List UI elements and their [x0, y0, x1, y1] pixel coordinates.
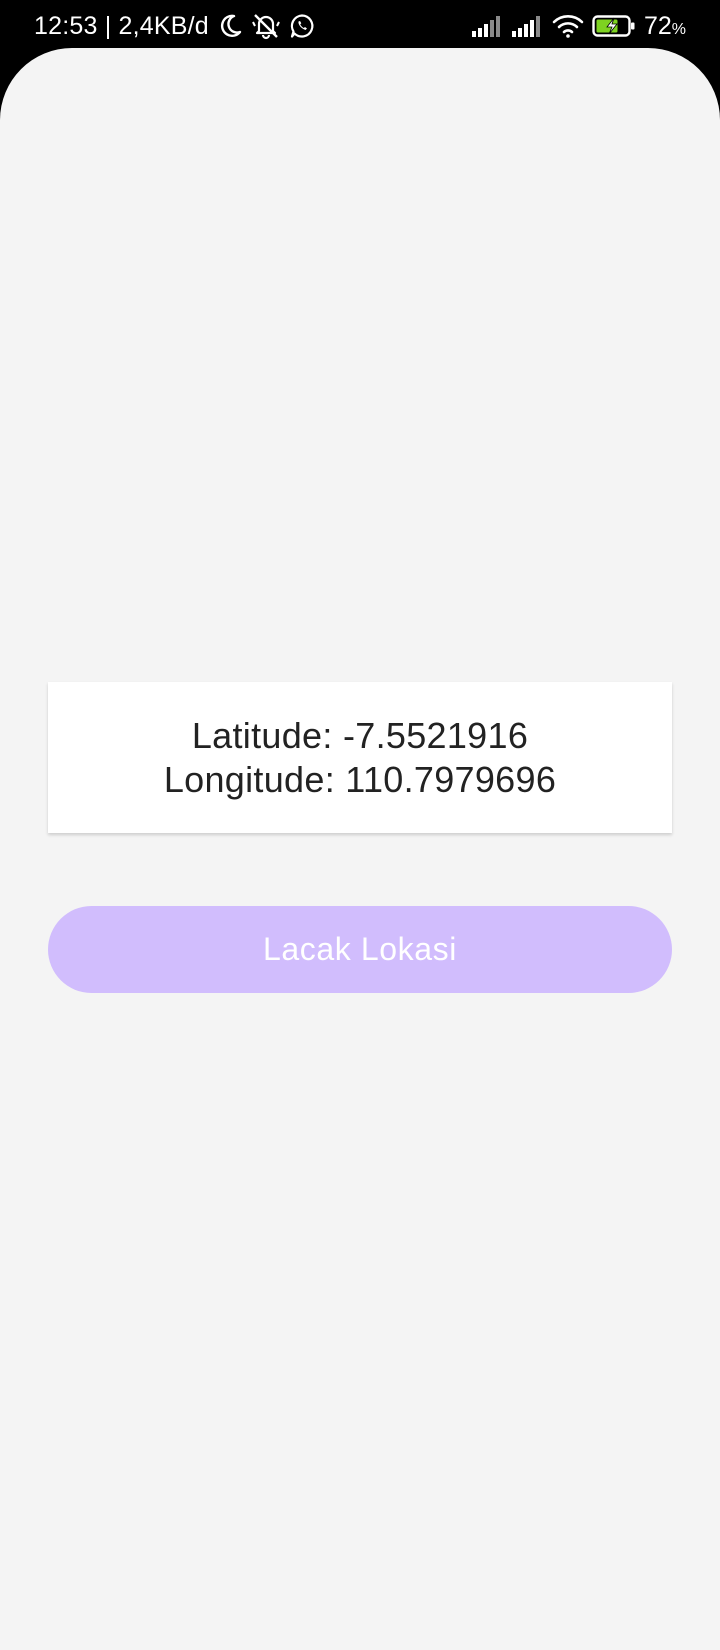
- signal-icon: [511, 15, 544, 37]
- signal-icon: [471, 15, 504, 37]
- status-right-group: 72%: [471, 8, 686, 44]
- bell-off-icon: [251, 12, 281, 40]
- battery-unit: %: [671, 20, 686, 38]
- whatsapp-icon: [289, 13, 315, 39]
- moon-icon: [217, 13, 243, 39]
- longitude-text: Longitude: 110.7979696: [163, 758, 557, 800]
- track-location-button[interactable]: Lacak Lokasi: [48, 906, 672, 993]
- status-time-speed: 12:53 | 2,4KB/d: [34, 11, 209, 40]
- battery-charging-icon: [592, 14, 636, 38]
- app-surface: [0, 48, 720, 1650]
- status-left-group: 12:53 | 2,4KB/d: [34, 8, 315, 44]
- battery-percent: 72%: [643, 11, 686, 40]
- latitude-text: Latitude: -7.5521916: [191, 714, 529, 756]
- location-card: Latitude: -7.5521916 Longitude: 110.7979…: [48, 682, 672, 833]
- wifi-icon: [552, 14, 584, 38]
